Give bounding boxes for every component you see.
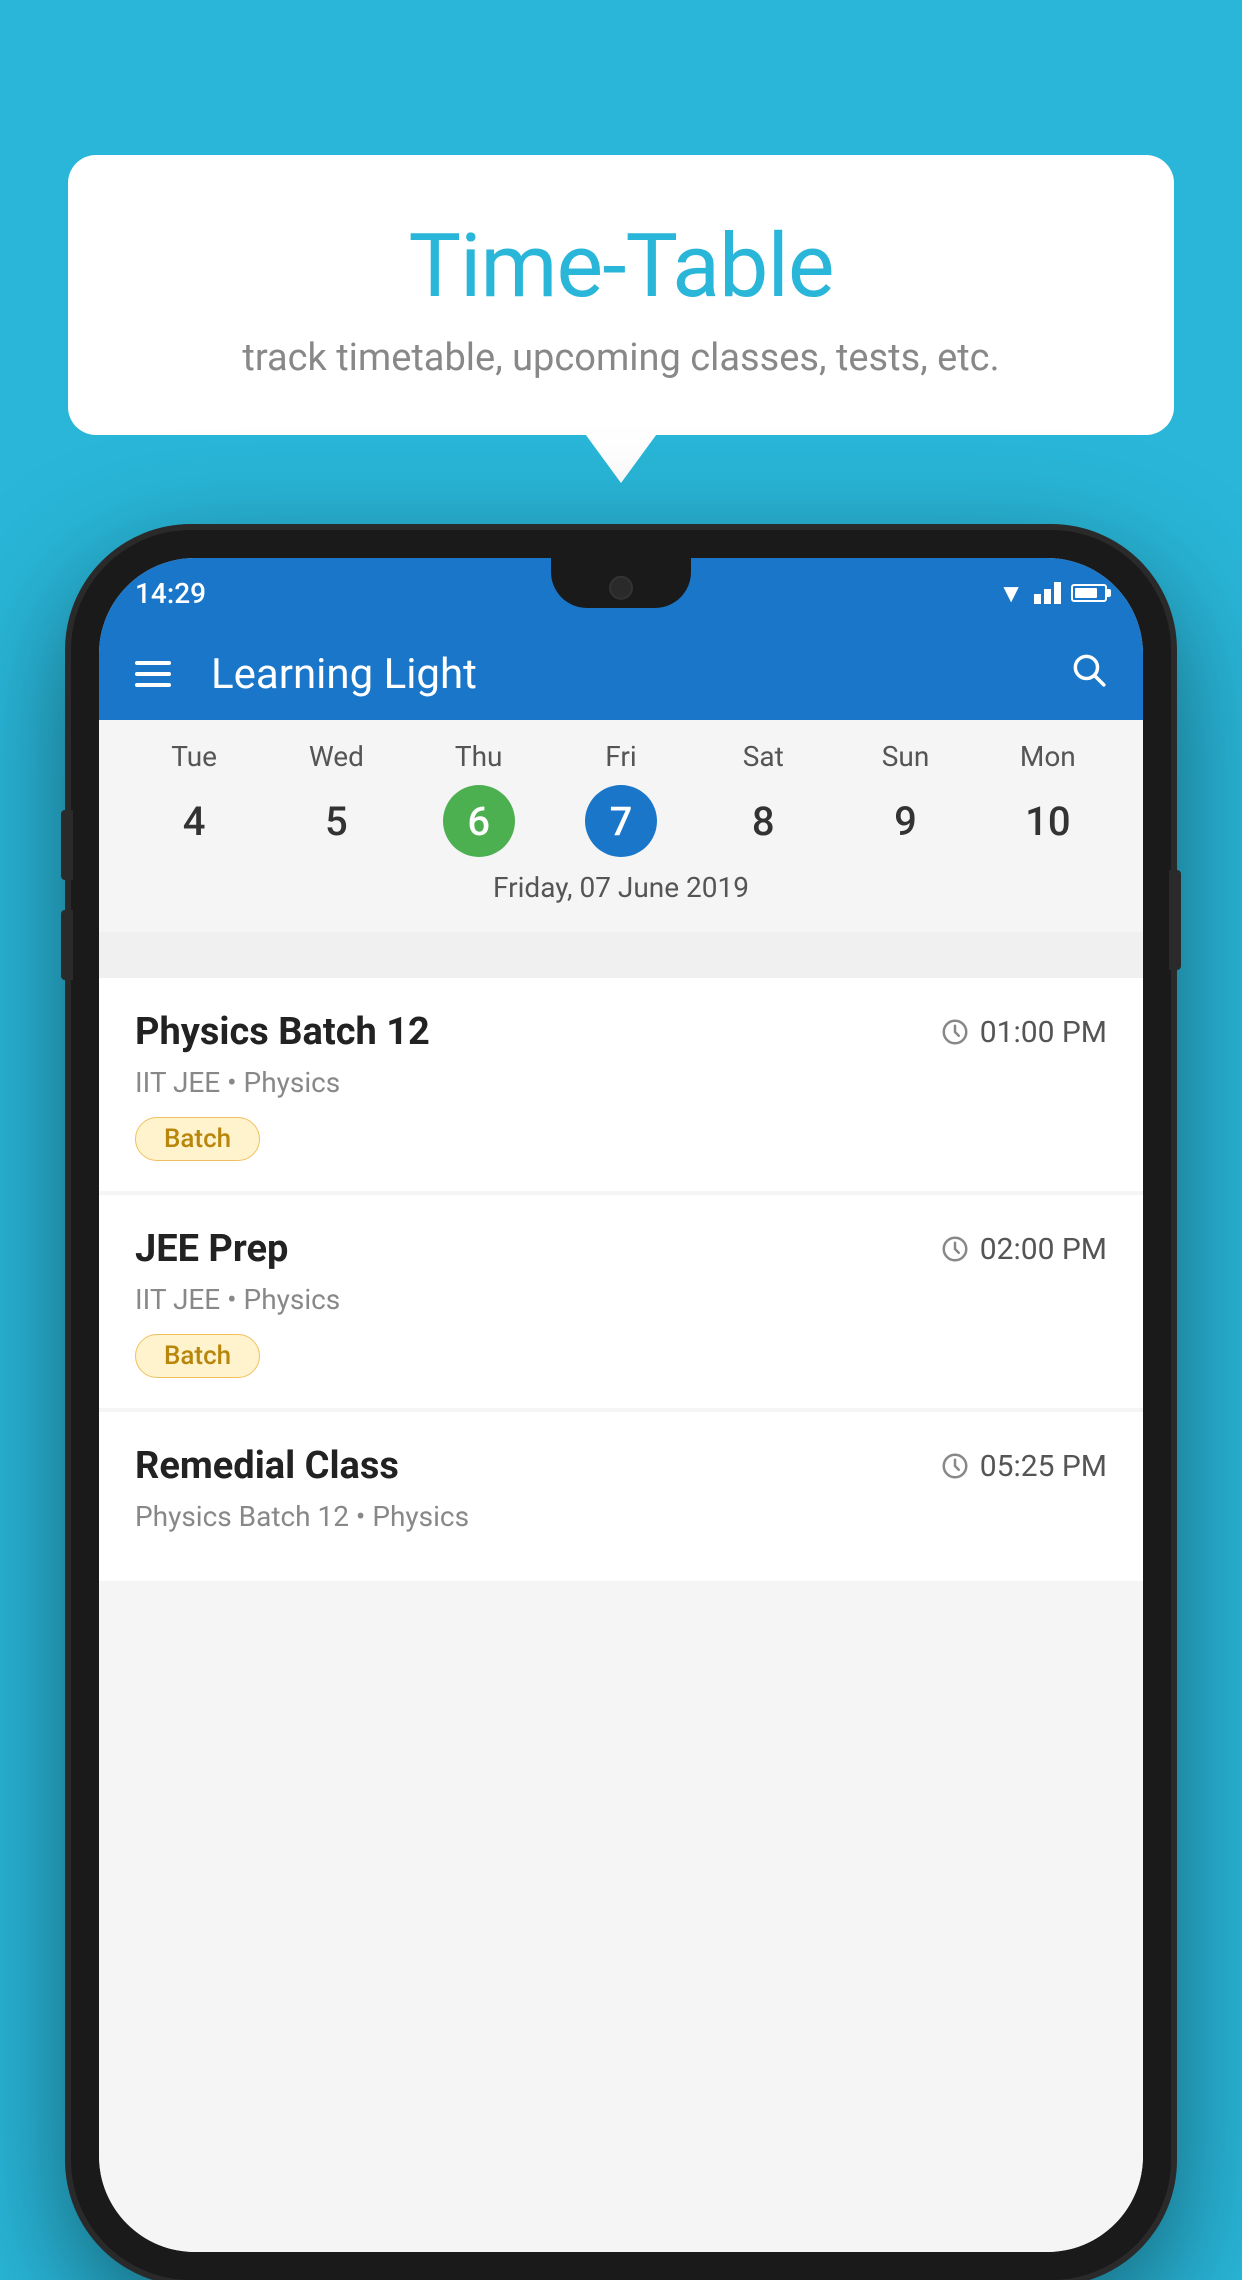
- schedule-item-time: 05:25 PM: [940, 1449, 1107, 1484]
- tooltip-title: Time-Table: [118, 215, 1124, 318]
- schedule-item-sub: IIT JEE • Physics: [135, 1066, 1107, 1099]
- day-name: Sun: [882, 740, 930, 773]
- hamburger-line-1: [135, 661, 171, 665]
- signal-bar-3: [1054, 582, 1061, 604]
- phone-screen: 14:29 ▼: [99, 558, 1143, 2252]
- search-button[interactable]: [1069, 650, 1107, 699]
- batch-badge: Batch: [135, 1117, 260, 1161]
- battery-icon: [1071, 584, 1107, 602]
- day-name: Mon: [1020, 740, 1076, 773]
- hamburger-line-3: [135, 683, 171, 687]
- phone-mockup: 14:29 ▼: [71, 530, 1171, 2280]
- volume-down-button: [61, 910, 73, 980]
- schedule-item[interactable]: JEE Prep 02:00 PM IIT JEE • Physics Batch: [99, 1195, 1143, 1408]
- volume-up-button: [61, 810, 73, 880]
- schedule-item-time: 02:00 PM: [940, 1232, 1107, 1267]
- day-number: 9: [870, 785, 942, 857]
- time-text: 02:00 PM: [980, 1232, 1107, 1267]
- signal-icon: [1034, 582, 1061, 604]
- day-name: Sat: [743, 740, 784, 773]
- day-column-fri[interactable]: Fri 7: [585, 740, 657, 857]
- tooltip-subtitle: track timetable, upcoming classes, tests…: [118, 336, 1124, 380]
- day-number: 6: [443, 785, 515, 857]
- day-name: Thu: [455, 740, 503, 773]
- tooltip-card: Time-Table track timetable, upcoming cla…: [68, 155, 1174, 435]
- day-column-wed[interactable]: Wed 5: [300, 740, 372, 857]
- time-text: 05:25 PM: [980, 1449, 1107, 1484]
- selected-date-label: Friday, 07 June 2019: [99, 857, 1143, 912]
- batch-badge: Batch: [135, 1334, 260, 1378]
- day-column-sun[interactable]: Sun 9: [870, 740, 942, 857]
- clock-icon: [940, 1451, 970, 1481]
- day-column-tue[interactable]: Tue 4: [158, 740, 230, 857]
- clock-icon: [940, 1234, 970, 1264]
- schedule-item-title: JEE Prep: [135, 1227, 288, 1271]
- hamburger-menu-button[interactable]: [135, 661, 171, 687]
- schedule-item-header: Physics Batch 12 01:00 PM: [135, 1010, 1107, 1054]
- day-name: Wed: [309, 740, 364, 773]
- day-name: Fri: [605, 740, 636, 773]
- schedule-item-sub: Physics Batch 12 • Physics: [135, 1500, 1107, 1533]
- app-header: Learning Light: [99, 628, 1143, 720]
- schedule-item-title: Physics Batch 12: [135, 1010, 430, 1054]
- status-time: 14:29: [135, 577, 206, 610]
- phone-notch: [551, 558, 691, 608]
- day-number: 8: [727, 785, 799, 857]
- schedule-item-sub: IIT JEE • Physics: [135, 1283, 1107, 1316]
- day-number: 7: [585, 785, 657, 857]
- app-title: Learning Light: [211, 650, 1069, 699]
- calendar-strip: Tue 4 Wed 5 Thu 6 Fri 7 Sat 8 Sun 9 Mon 10 Friday, 07…: [99, 720, 1143, 932]
- days-row: Tue 4 Wed 5 Thu 6 Fri 7 Sat 8 Sun 9 Mon 10: [99, 720, 1143, 857]
- day-column-thu[interactable]: Thu 6: [443, 740, 515, 857]
- front-camera: [609, 576, 633, 600]
- day-number: 10: [1012, 785, 1084, 857]
- signal-bar-1: [1034, 594, 1041, 604]
- schedule-list: Physics Batch 12 01:00 PM IIT JEE • Physic…: [99, 978, 1143, 2252]
- schedule-item-time: 01:00 PM: [940, 1015, 1107, 1050]
- day-column-mon[interactable]: Mon 10: [1012, 740, 1084, 857]
- day-name: Tue: [171, 740, 217, 773]
- status-icons: ▼: [998, 578, 1107, 609]
- day-column-sat[interactable]: Sat 8: [727, 740, 799, 857]
- schedule-item-header: Remedial Class 05:25 PM: [135, 1444, 1107, 1488]
- battery-fill: [1075, 588, 1097, 598]
- day-number: 5: [300, 785, 372, 857]
- schedule-item[interactable]: Physics Batch 12 01:00 PM IIT JEE • Physic…: [99, 978, 1143, 1191]
- hamburger-line-2: [135, 672, 171, 676]
- day-number: 4: [158, 785, 230, 857]
- power-button: [1169, 870, 1181, 970]
- clock-icon: [940, 1017, 970, 1047]
- time-text: 01:00 PM: [980, 1015, 1107, 1050]
- wifi-icon: ▼: [998, 578, 1024, 609]
- signal-bar-2: [1044, 589, 1051, 604]
- schedule-item-header: JEE Prep 02:00 PM: [135, 1227, 1107, 1271]
- schedule-item-title: Remedial Class: [135, 1444, 399, 1488]
- schedule-item[interactable]: Remedial Class 05:25 PM Physics Batch 12 •…: [99, 1412, 1143, 1581]
